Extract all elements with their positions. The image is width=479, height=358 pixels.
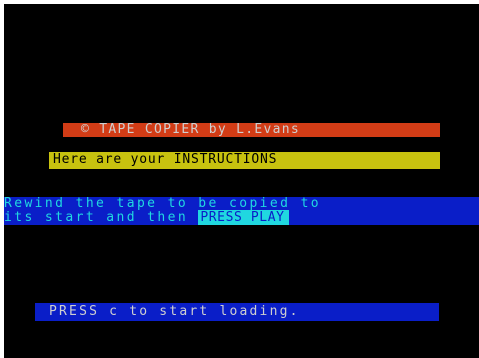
instruction-line-rewind: Rewind the tape to be copied to xyxy=(4,196,322,211)
emulator-screen: © TAPE COPIER by L.Evans Here are your I… xyxy=(0,0,479,358)
instruction-line-start-text: its start and then xyxy=(4,210,199,225)
copyright-title: © TAPE COPIER by L.Evans xyxy=(63,123,440,137)
press-play-highlight: PRESS PLAY xyxy=(198,210,289,225)
instruction-line-start: its start and then PRESS PLAY xyxy=(4,210,289,225)
instructions-block: Rewind the tape to be copied to its star… xyxy=(4,197,479,225)
start-loading-prompt: PRESS c to start loading. xyxy=(35,303,439,321)
instructions-heading: Here are your INSTRUCTIONS xyxy=(49,152,440,169)
